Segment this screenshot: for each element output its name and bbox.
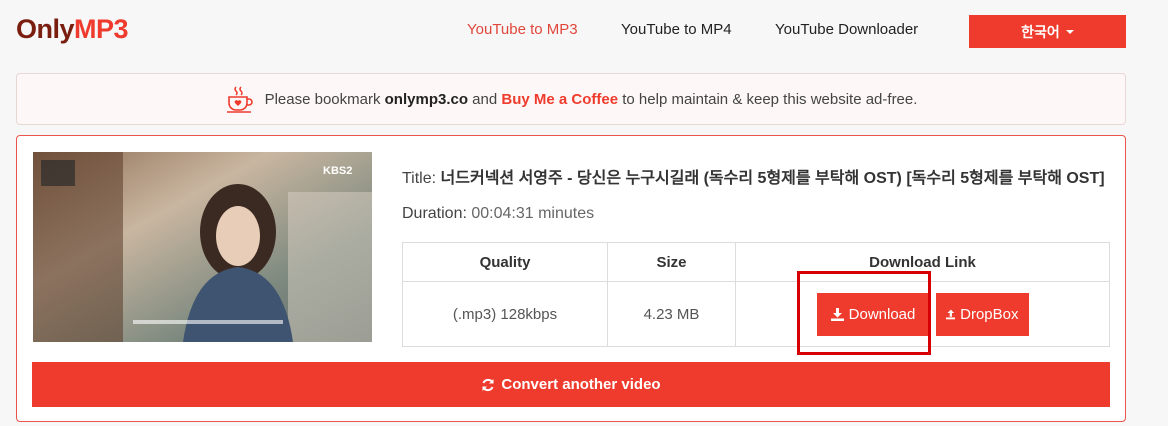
header-quality: Quality bbox=[402, 242, 608, 282]
refresh-icon bbox=[482, 378, 494, 391]
title-value: 너드커넥션 서영주 - 당신은 누구시길래 (독수리 5형제를 부탁해 OST)… bbox=[440, 170, 1105, 187]
download-button[interactable]: Download bbox=[816, 292, 930, 336]
cell-download-links: Download DropBox bbox=[735, 281, 1110, 347]
header-download-link: Download Link bbox=[735, 242, 1110, 282]
video-duration: Duration: 00:04:31 minutes bbox=[402, 205, 594, 223]
logo-part-mp3: MP3 bbox=[74, 14, 129, 44]
nav-youtube-to-mp4[interactable]: YouTube to MP4 bbox=[621, 21, 732, 38]
buy-me-a-coffee-link[interactable]: Buy Me a Coffee bbox=[501, 91, 618, 108]
convert-button-label: Convert another video bbox=[501, 376, 661, 393]
bookmark-notice: Please bookmark onlymp3.co and Buy Me a … bbox=[16, 73, 1126, 125]
notice-suffix: to help maintain & keep this website ad-… bbox=[618, 90, 918, 108]
nav-youtube-downloader[interactable]: YouTube Downloader bbox=[775, 21, 918, 38]
video-thumbnail: KBS2 bbox=[33, 152, 372, 342]
notice-prefix: Please bookmark bbox=[264, 90, 385, 108]
table-header-row: Quality Size Download Link bbox=[402, 242, 1110, 282]
download-button-label: Download bbox=[848, 305, 916, 323]
cell-size: 4.23 MB bbox=[607, 281, 736, 347]
cell-quality: (.mp3) 128kbps bbox=[402, 281, 608, 347]
duration-value: 00:04:31 minutes bbox=[471, 205, 595, 222]
duration-label: Duration: bbox=[402, 205, 472, 222]
thumbnail-kbs-badge: KBS2 bbox=[323, 165, 352, 177]
logo-part-only: Only bbox=[16, 14, 75, 44]
download-table: Quality Size Download Link (.mp3) 128kbp… bbox=[402, 242, 1110, 347]
upload-icon bbox=[945, 309, 956, 319]
language-label: 한국어 bbox=[1021, 23, 1060, 40]
caret-down-icon bbox=[1065, 29, 1074, 34]
table-row: (.mp3) 128kbps 4.23 MB Download DropBox bbox=[402, 281, 1110, 347]
download-icon bbox=[830, 307, 844, 321]
coffee-cup-icon bbox=[226, 86, 253, 113]
video-title: Title: 너드커넥션 서영주 - 당신은 누구시길래 (독수리 5형제를 부… bbox=[402, 164, 1112, 188]
site-logo[interactable]: OnlyMP3 bbox=[16, 14, 129, 45]
dropbox-button-label: DropBox bbox=[960, 305, 1019, 323]
convert-another-video-button[interactable]: Convert another video bbox=[32, 362, 1110, 407]
nav-youtube-to-mp3[interactable]: YouTube to MP3 bbox=[467, 21, 578, 38]
dropbox-button[interactable]: DropBox bbox=[935, 292, 1029, 336]
language-dropdown[interactable]: 한국어 bbox=[969, 15, 1126, 48]
title-label: Title: bbox=[402, 170, 441, 187]
notice-site: onlymp3.co bbox=[384, 90, 468, 108]
header-size: Size bbox=[607, 242, 736, 282]
navbar: OnlyMP3 YouTube to MP3 YouTube to MP4 Yo… bbox=[0, 0, 1168, 62]
notice-middle: and bbox=[468, 90, 502, 108]
